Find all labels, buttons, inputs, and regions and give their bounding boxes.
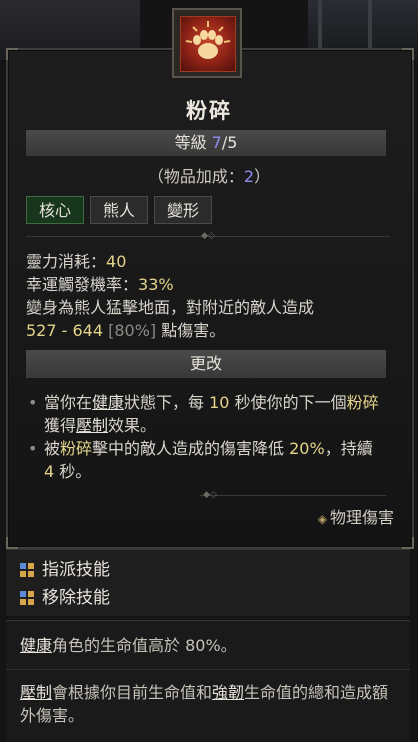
section-divider: ◆◇ [26,231,390,241]
bonus-value: 2 [243,167,255,186]
controller-button-icon [20,563,34,577]
text-fragment: 獲得 [44,416,77,435]
rank-max: /5 [221,133,238,152]
rank-label: 等級 [174,133,212,152]
damage-suffix: 點傷害。 [156,321,226,340]
rank-current: 7 [211,133,222,152]
keyword-overpower[interactable]: 壓制 [76,416,108,435]
spirit-cost-line: 靈力消耗：40 [26,250,396,273]
bear-paw-glyph [185,21,231,59]
tag-werebear: 熊人 [90,196,148,224]
text-fragment: ，持續 [324,439,373,458]
damage-type-label: 物理傷害 [329,508,394,527]
modifier-list: 當你在健康狀態下，每 10 秒使你的下一個粉碎獲得壓制效果。 被粉碎擊中的敵人造… [26,391,386,483]
remove-skill-button[interactable]: 移除技能 [20,586,110,610]
glossary-definition: 會根據你目前生命值和 [52,683,213,702]
skill-stats: 靈力消耗：40 幸運觸發機率：33% 變身為熊人猛擊地面，對附近的敵人造成 52… [26,250,396,342]
bonus-prefix: （物品加成： [147,167,244,186]
controller-button-icon [20,591,34,605]
text-fragment: 秒。 [54,462,92,481]
skill-description: 變身為熊人猛擊地面，對附近的敵人造成 [26,298,315,317]
divider-ornament-icon: ◆◇ [201,231,215,241]
lucky-hit-value: 33% [138,275,174,294]
highlight-value: 10 [209,393,230,412]
tag-core: 核心 [26,196,84,224]
highlight-skill-name: 粉碎 [60,439,93,458]
glossary-term: 壓制 [20,683,53,702]
highlight-skill-name: 粉碎 [346,393,379,412]
text-fragment: 效果。 [108,416,157,435]
highlight-value: 4 [44,462,55,481]
keyword-glossary: 健康角色的生命值高於 80%。 壓制會根據你目前生命值和強韌生命值的總和造成額外… [6,620,410,742]
modifier-item: 被粉碎擊中的敵人造成的傷害降低 20%，持續 4 秒。 [26,437,386,483]
bear-paw-icon [180,16,236,72]
skill-rank-bar: 等級 7/5 [26,130,386,156]
modifier-item: 當你在健康狀態下，每 10 秒使你的下一個粉碎獲得壓制效果。 [26,391,386,437]
glossary-overpower: 壓制會根據你目前生命值和強韌生命值的總和造成額外傷害。 [20,681,400,727]
tag-shapeshift: 變形 [154,196,212,224]
assign-skill-label: 指派技能 [42,560,110,580]
damage-line: 527 - 644 [80%] 點傷害。 [26,319,396,342]
changes-header: 更改 [26,350,386,378]
skill-title: 粉碎 [186,99,232,123]
remove-skill-label: 移除技能 [42,588,110,608]
section-divider: ◆◇ [200,490,386,500]
physical-damage-icon: ◈ [317,512,327,526]
highlight-value: 20% [289,439,325,458]
keyword-healthy[interactable]: 健康 [92,393,124,412]
glossary-definition: 角色的生命值高於 80%。 [52,636,237,655]
skill-icon-frame [172,8,242,78]
assign-skill-button[interactable]: 指派技能 [20,558,110,582]
text-fragment: 擊中的敵人造成的傷害降低 [92,439,290,458]
text-fragment: 被 [44,439,61,458]
lucky-hit-line: 幸運觸發機率：33% [26,273,396,296]
item-bonus: （物品加成：2） [0,163,418,187]
glossary-separator [6,669,410,670]
damage-percent: [80%] [108,321,157,340]
glossary-term: 健康 [20,636,53,655]
divider-ornament-icon: ◆◇ [203,490,217,500]
skill-actions: 指派技能 移除技能 [6,549,410,616]
frame-corner [402,48,414,60]
damage-range: 527 - 644 [26,321,104,340]
lucky-hit-label: 幸運觸發機率： [26,275,139,294]
frame-corner [402,537,414,549]
damage-type: ◈ 物理傷害 [318,504,394,528]
text-fragment: 狀態下，每 [124,393,210,412]
glossary-healthy: 健康角色的生命值高於 80%。 [20,634,400,657]
glossary-term: 強韌 [212,683,245,702]
bonus-suffix: ） [254,167,271,186]
text-fragment: 秒使你的下一個 [229,393,347,412]
spirit-cost-value: 40 [106,252,127,271]
frame-corner [6,537,18,549]
text-fragment: 當你在 [44,393,93,412]
spirit-cost-label: 靈力消耗： [26,252,107,271]
frame-corner [6,48,18,60]
